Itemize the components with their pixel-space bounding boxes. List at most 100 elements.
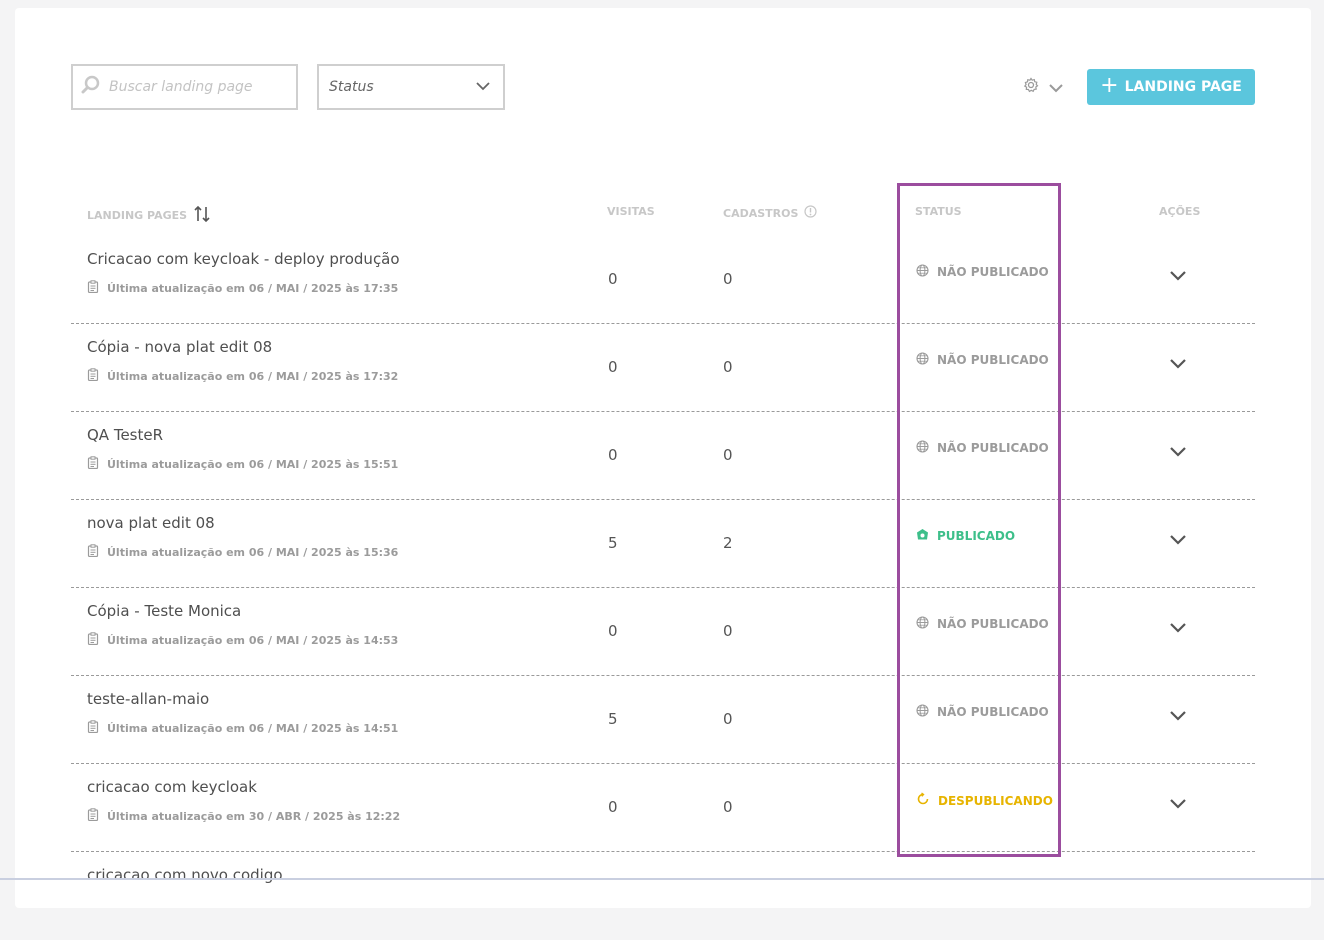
last-updated: Última atualização em 06 / MAI / 2025 às… — [87, 280, 398, 296]
search-icon — [81, 75, 101, 99]
registrations-count: 0 — [723, 622, 733, 640]
actions-dropdown-button[interactable] — [1167, 354, 1189, 374]
clipboard-icon — [87, 280, 99, 296]
status-badge: DESPUBLICANDO — [916, 792, 1053, 809]
unpublishing-icon — [916, 792, 930, 809]
status-badge: NÃO PUBLICADO — [916, 616, 1049, 632]
chevron-down-icon[interactable] — [1169, 267, 1187, 286]
visits-count: 0 — [608, 622, 618, 640]
actions-dropdown-button[interactable] — [1167, 794, 1189, 814]
clipboard-icon — [87, 368, 99, 384]
info-icon[interactable] — [804, 205, 818, 221]
chevron-down-icon[interactable] — [1048, 78, 1064, 97]
actions-dropdown-button[interactable] — [1167, 266, 1189, 286]
visits-count: 0 — [608, 798, 618, 816]
clipboard-icon — [87, 544, 99, 560]
visits-count: 5 — [608, 534, 618, 552]
landing-page-name[interactable]: Cópia - Teste Monica — [87, 602, 241, 620]
settings-dropdown[interactable] — [1022, 76, 1068, 98]
visits-count: 0 — [608, 270, 618, 288]
column-header-label: CADASTROS — [723, 206, 799, 220]
plus-icon: + — [1100, 73, 1119, 98]
table-row[interactable]: Cricacao com keycloak - deploy produção Ú… — [71, 236, 1255, 324]
column-header-registrations: CADASTROS — [723, 205, 818, 221]
registrations-count: 0 — [723, 710, 733, 728]
last-updated-text: Última atualização em 06 / MAI / 2025 às… — [107, 721, 399, 735]
add-button-label: LANDING PAGE — [1124, 79, 1242, 95]
status-text: NÃO PUBLICADO — [937, 441, 1049, 455]
column-header-landing-pages[interactable]: LANDING PAGES — [87, 205, 211, 226]
registrations-count: 2 — [723, 534, 733, 552]
table-row[interactable]: nova plat edit 08 Última atualização em 0… — [71, 500, 1255, 588]
status-badge: NÃO PUBLICADO — [916, 264, 1049, 280]
table-row[interactable]: Cópia - nova plat edit 08 Última atualiza… — [71, 324, 1255, 412]
actions-dropdown-button[interactable] — [1167, 618, 1189, 638]
last-updated-text: Última atualização em 06 / MAI / 2025 às… — [107, 281, 399, 295]
search-input[interactable] — [109, 79, 289, 95]
column-header-actions: AÇÕES — [1159, 205, 1200, 218]
table-row[interactable]: cricacao com keycloak Última atualização … — [71, 764, 1255, 852]
actions-dropdown-button[interactable] — [1167, 530, 1189, 550]
column-header-label: LANDING PAGES — [87, 209, 188, 222]
landing-page-name[interactable]: Cricacao com keycloak - deploy produção — [87, 250, 400, 268]
last-updated: Última atualização em 06 / MAI / 2025 às… — [87, 632, 398, 648]
chevron-down-icon — [475, 79, 491, 95]
column-header-label: AÇÕES — [1159, 205, 1201, 218]
last-updated-text: Última atualização em 06 / MAI / 2025 às… — [107, 633, 399, 647]
table-row[interactable]: QA TesteR Última atualização em 06 / MAI … — [71, 412, 1255, 500]
gear-icon[interactable] — [1022, 76, 1040, 98]
landing-page-name[interactable]: nova plat edit 08 — [87, 514, 215, 532]
status-filter-select[interactable]: Status — [317, 64, 505, 110]
status-badge: NÃO PUBLICADO — [916, 440, 1049, 456]
status-text: NÃO PUBLICADO — [937, 617, 1049, 631]
chevron-down-icon[interactable] — [1169, 531, 1187, 550]
registrations-count: 0 — [723, 358, 733, 376]
last-updated: Última atualização em 30 / ABR / 2025 às… — [87, 808, 400, 824]
landing-page-name[interactable]: teste-allan-maio — [87, 690, 209, 708]
last-updated: Última atualização em 06 / MAI / 2025 às… — [87, 544, 398, 560]
last-updated: Última atualização em 06 / MAI / 2025 às… — [87, 720, 398, 736]
chevron-down-icon[interactable] — [1169, 443, 1187, 462]
actions-dropdown-button[interactable] — [1167, 442, 1189, 462]
table-row[interactable]: cricacao com novo codigo — [71, 852, 1255, 940]
clipboard-icon — [87, 720, 99, 736]
visits-count: 5 — [608, 710, 618, 728]
column-header-label: STATUS — [915, 205, 962, 218]
chevron-down-icon[interactable] — [1169, 355, 1187, 374]
actions-dropdown-button[interactable] — [1167, 706, 1189, 726]
last-updated: Última atualização em 06 / MAI / 2025 às… — [87, 456, 398, 472]
table-row[interactable]: teste-allan-maio Última atualização em 06… — [71, 676, 1255, 764]
sort-icon[interactable] — [193, 205, 211, 226]
last-updated-text: Última atualização em 06 / MAI / 2025 às… — [107, 545, 399, 559]
landing-page-name[interactable]: cricacao com keycloak — [87, 778, 257, 796]
globe-icon — [916, 704, 929, 720]
last-updated-text: Última atualização em 06 / MAI / 2025 às… — [107, 457, 399, 471]
status-text: NÃO PUBLICADO — [937, 265, 1049, 279]
status-text: DESPUBLICANDO — [938, 793, 1053, 808]
add-landing-page-button[interactable]: + LANDING PAGE — [1087, 69, 1255, 105]
landing-page-name[interactable]: cricacao com novo codigo — [87, 866, 283, 884]
search-box[interactable] — [71, 64, 298, 110]
registrations-count: 0 — [723, 270, 733, 288]
clipboard-icon — [87, 632, 99, 648]
last-updated-text: Última atualização em 30 / ABR / 2025 às… — [107, 809, 401, 823]
registrations-count: 0 — [723, 446, 733, 464]
column-header-status: STATUS — [915, 205, 962, 218]
landing-page-name[interactable]: QA TesteR — [87, 426, 163, 444]
visits-count: 0 — [608, 446, 618, 464]
globe-icon — [916, 352, 929, 368]
chevron-down-icon[interactable] — [1169, 619, 1187, 638]
chevron-down-icon[interactable] — [1169, 707, 1187, 726]
clipboard-icon — [87, 456, 99, 472]
status-badge: PUBLICADO — [916, 528, 1015, 544]
globe-icon — [916, 440, 929, 456]
last-updated: Última atualização em 06 / MAI / 2025 às… — [87, 368, 398, 384]
published-icon — [916, 528, 929, 544]
chevron-down-icon[interactable] — [1169, 795, 1187, 814]
table-row[interactable]: Cópia - Teste Monica Última atualização e… — [71, 588, 1255, 676]
landing-page-name[interactable]: Cópia - nova plat edit 08 — [87, 338, 272, 356]
column-header-visits: VISITAS — [607, 205, 655, 218]
status-text: PUBLICADO — [937, 529, 1016, 543]
globe-icon — [916, 616, 929, 632]
registrations-count: 0 — [723, 798, 733, 816]
